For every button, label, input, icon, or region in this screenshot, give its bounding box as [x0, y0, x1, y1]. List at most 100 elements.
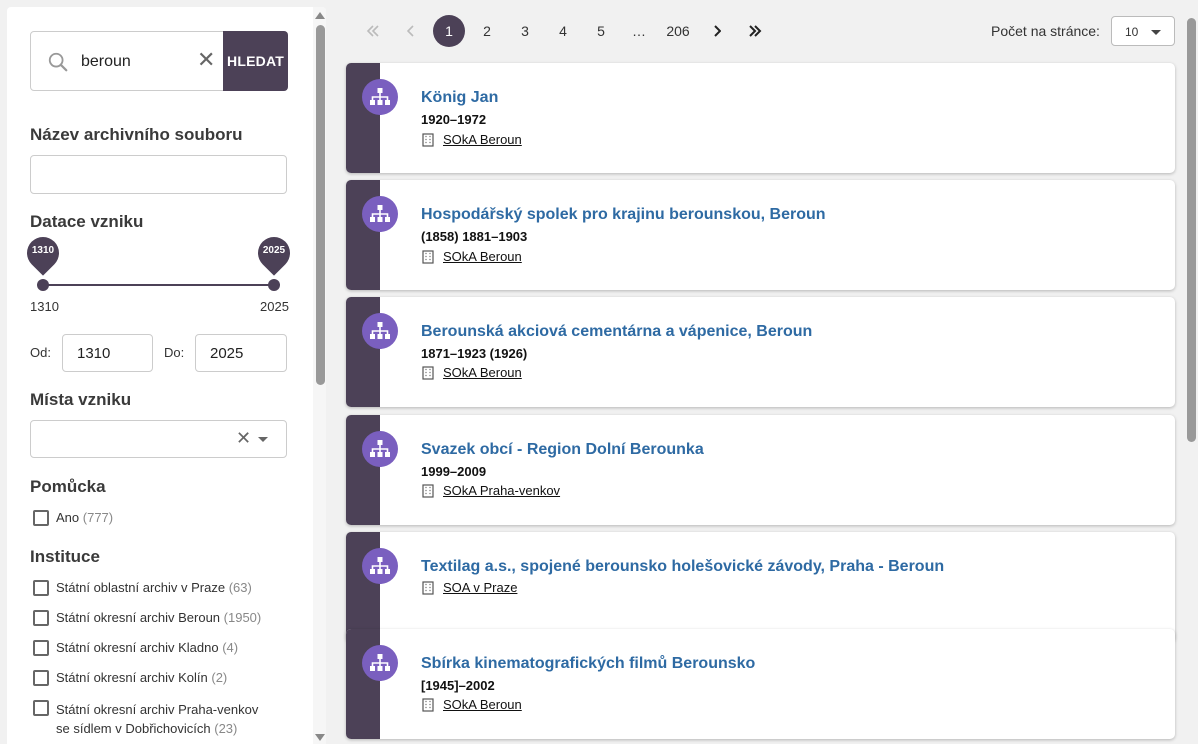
option-count: (4) [222, 640, 239, 655]
result-institution[interactable]: SOkA Beroun [422, 365, 522, 380]
institution-link[interactable]: SOkA Beroun [443, 697, 522, 712]
result-title[interactable]: Svazek obcí - Region Dolní Berounka [421, 441, 704, 459]
fund-name-input[interactable] [30, 155, 287, 194]
result-title[interactable]: König Jan [421, 89, 498, 107]
hierarchy-icon [362, 196, 398, 232]
search-input[interactable]: beroun [81, 53, 131, 71]
result-card[interactable]: Berounská akciová cementárna a vápenice,… [346, 297, 1175, 407]
institution-option[interactable]: Státní oblastní archiv v Praze (63) [33, 580, 293, 596]
institution-option[interactable]: Státní okresní archiv Kolín (2) [33, 670, 293, 686]
chevron-down-icon[interactable] [258, 437, 268, 442]
page-ellipsis: … [632, 23, 646, 39]
date-max-pin-label: 2025 [262, 245, 286, 256]
aid-option[interactable]: Ano (777) [33, 510, 293, 526]
checkbox[interactable] [33, 700, 49, 716]
per-page-select[interactable]: 10 [1110, 16, 1175, 46]
institution-link[interactable]: SOkA Praha-venkov [443, 483, 560, 498]
page-button[interactable]: 5 [582, 15, 620, 47]
hierarchy-icon [362, 645, 398, 681]
result-title[interactable]: Textilag a.s., spojené berounsko holešov… [421, 558, 944, 576]
building-icon [422, 365, 434, 380]
institution-link[interactable]: SOkA Beroun [443, 365, 522, 380]
per-page-value: 10 [1124, 25, 1139, 39]
result-title[interactable]: Berounská akciová cementárna a vápenice,… [421, 323, 812, 341]
page-button[interactable]: 206 [658, 15, 698, 47]
option-count: (63) [228, 580, 252, 595]
institution-option[interactable]: Státní okresní archiv Beroun (1950) [33, 610, 293, 626]
main-scrollbar[interactable] [1185, 0, 1198, 744]
building-icon [422, 249, 434, 264]
result-institution[interactable]: SOkA Praha-venkov [422, 483, 560, 498]
scrollbar-thumb[interactable] [316, 25, 325, 385]
search-icon [48, 52, 68, 72]
result-card[interactable]: Svazek obcí - Region Dolní Berounka 1999… [346, 415, 1175, 525]
date-min-pin-label: 1310 [31, 245, 55, 256]
result-institution[interactable]: SOkA Beroun [422, 249, 522, 264]
places-title: Místa vzniku [30, 390, 132, 409]
checkbox[interactable] [33, 610, 49, 626]
clear-icon[interactable]: ✕ [197, 49, 215, 71]
building-icon [422, 580, 434, 595]
date-to-label: Do: [164, 345, 185, 360]
double-chevron-right-icon [749, 25, 762, 37]
result-title[interactable]: Sbírka kinematografických filmů Berounsk… [421, 655, 755, 673]
page-button[interactable]: 2 [468, 15, 506, 47]
checkbox[interactable] [33, 580, 49, 596]
date-title: Datace vzniku [30, 212, 144, 231]
hierarchy-icon [362, 548, 398, 584]
result-card[interactable]: Hospodářský spolek pro krajinu berounsko… [346, 180, 1175, 290]
page-button[interactable]: 4 [544, 15, 582, 47]
places-select[interactable]: ✕ [30, 420, 287, 458]
option-label: Státní okresní archiv Kladno [56, 640, 219, 655]
result-date: [1945]–2002 [421, 678, 495, 693]
checkbox[interactable] [33, 510, 49, 526]
date-from-input[interactable]: 1310 [62, 334, 153, 372]
institution-link[interactable]: SOkA Beroun [443, 132, 522, 147]
date-to-input[interactable]: 2025 [195, 334, 287, 372]
option-label: Ano [56, 510, 80, 525]
scroll-up-icon[interactable] [315, 12, 325, 19]
filter-sidebar: beroun ✕ HLEDAT Název archivního souboru… [7, 7, 326, 744]
result-card[interactable]: Sbírka kinematografických filmů Berounsk… [346, 629, 1175, 739]
option-count: (23) [214, 721, 238, 736]
scrollbar-thumb[interactable] [1187, 18, 1196, 442]
institution-link[interactable]: SOkA Beroun [443, 249, 522, 264]
page-button[interactable]: 3 [506, 15, 544, 47]
date-min-handle[interactable] [37, 279, 49, 291]
checkbox[interactable] [33, 670, 49, 686]
option-count: (2) [211, 670, 228, 685]
page-button[interactable]: 1 [430, 15, 468, 47]
sidebar-scrollbar[interactable] [313, 7, 326, 744]
institution-link[interactable]: SOA v Praze [443, 580, 517, 595]
building-icon [422, 483, 434, 498]
result-date: (1858) 1881–1903 [421, 229, 528, 244]
hierarchy-icon [362, 79, 398, 115]
scroll-down-icon[interactable] [315, 734, 325, 741]
result-date: 1871–1923 (1926) [421, 346, 528, 361]
date-max-label: 2025 [260, 299, 289, 314]
institution-option[interactable]: Státní okresní archiv Kladno (4) [33, 640, 293, 656]
date-slider-track[interactable] [43, 284, 274, 286]
checkbox[interactable] [33, 640, 49, 656]
building-icon [422, 132, 434, 147]
result-title[interactable]: Hospodářský spolek pro krajinu berounsko… [421, 206, 826, 224]
first-page-button[interactable] [354, 15, 392, 47]
date-max-handle[interactable] [268, 279, 280, 291]
institution-option[interactable]: Státní okresní archiv Praha-venkov se sí… [33, 700, 273, 738]
prev-page-button[interactable] [392, 15, 430, 47]
date-from-label: Od: [30, 345, 51, 360]
search-button[interactable]: HLEDAT [223, 31, 288, 91]
search-box: beroun ✕ HLEDAT [30, 31, 288, 91]
result-institution[interactable]: SOkA Beroun [422, 132, 522, 147]
next-page-button[interactable] [698, 15, 736, 47]
result-institution[interactable]: SOA v Praze [422, 580, 517, 595]
clear-icon[interactable]: ✕ [236, 428, 251, 449]
option-label: Státní oblastní archiv v Praze [56, 580, 226, 595]
last-page-button[interactable] [736, 15, 774, 47]
fund-name-title: Název archivního souboru [30, 125, 243, 144]
result-card[interactable]: Textilag a.s., spojené berounsko holešov… [346, 532, 1175, 642]
result-institution[interactable]: SOkA Beroun [422, 697, 522, 712]
building-icon [422, 697, 434, 712]
result-card[interactable]: König Jan 1920–1972 SOkA Beroun [346, 63, 1175, 173]
option-label: Státní okresní archiv Beroun [56, 610, 221, 625]
